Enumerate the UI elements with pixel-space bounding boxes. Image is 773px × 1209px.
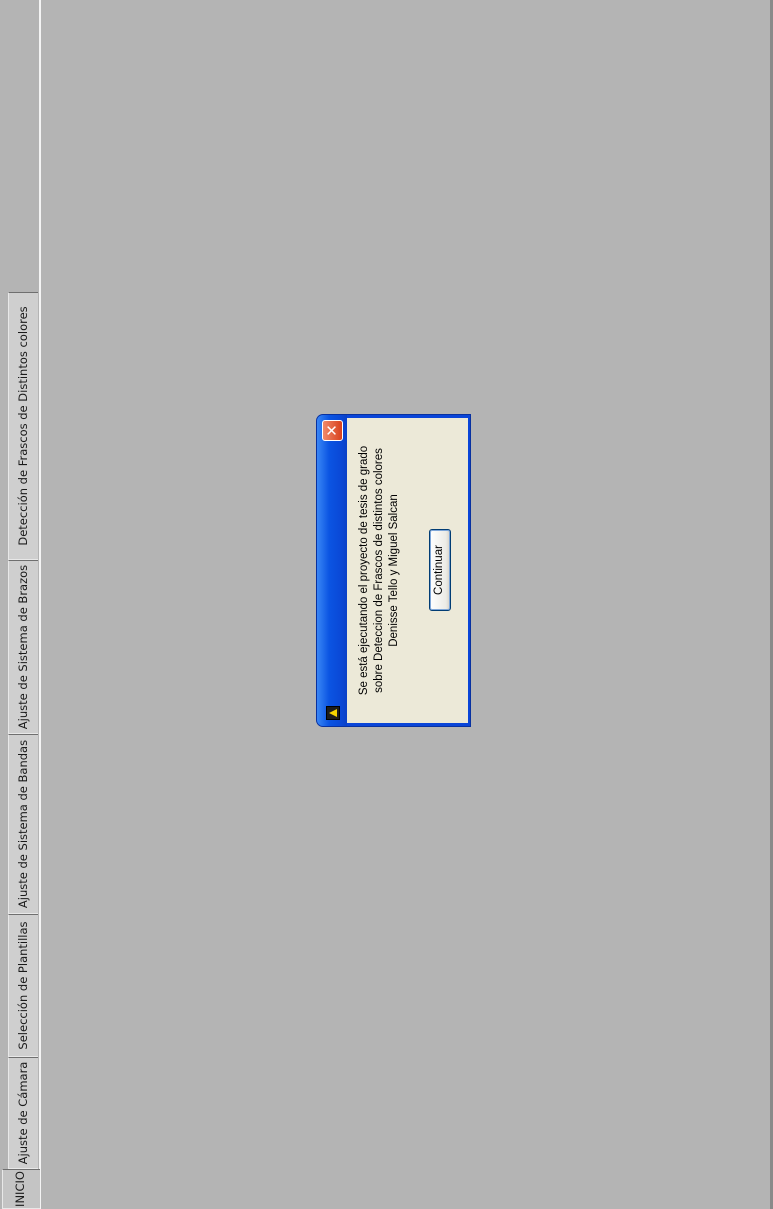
labview-warning-icon [326, 706, 340, 720]
tab-ajuste-de-sistema-de-brazos[interactable]: Ajuste de Sistema de Brazos [8, 560, 38, 734]
dialog-body: Se está ejecutando el proyecto de tesis … [347, 418, 468, 723]
message-line-2: sobre Deteccion de Frascos de distintos … [373, 448, 385, 693]
dialog-titlebar[interactable]: ✕ [317, 415, 347, 726]
tab-ajuste-de-camara[interactable]: Ajuste de Cámara [8, 1057, 38, 1169]
message-line-1: Se está ejecutando el proyecto de tesis … [358, 445, 370, 696]
tab-inicio[interactable]: INICIO [2, 1169, 40, 1209]
tab-ajuste-de-sistema-de-bandas[interactable]: Ajuste de Sistema de Bandas [8, 734, 38, 914]
app-window: INICIO Ajuste de Cámara Selección de Pla… [0, 0, 773, 1209]
tab-panel-border [39, 0, 41, 1209]
message-dialog: ✕ Se está ejecutando el proyecto de tesi… [316, 414, 471, 727]
screen: INICIO Ajuste de Cámara Selección de Pla… [0, 0, 773, 1209]
dialog-message: Se está ejecutando el proyecto de tesis … [357, 418, 402, 723]
tab-deteccion-de-frascos[interactable]: Detección de Frascos de Distintos colore… [8, 292, 38, 560]
close-icon[interactable]: ✕ [322, 420, 343, 441]
tab-seleccion-de-plantillas[interactable]: Selección de Plantillas [8, 914, 38, 1057]
tab-strip: INICIO Ajuste de Cámara Selección de Pla… [0, 0, 40, 1209]
message-line-3: Denisse Tello y Miguel Salcan [388, 494, 400, 647]
continue-button[interactable]: Continuar [429, 529, 451, 611]
